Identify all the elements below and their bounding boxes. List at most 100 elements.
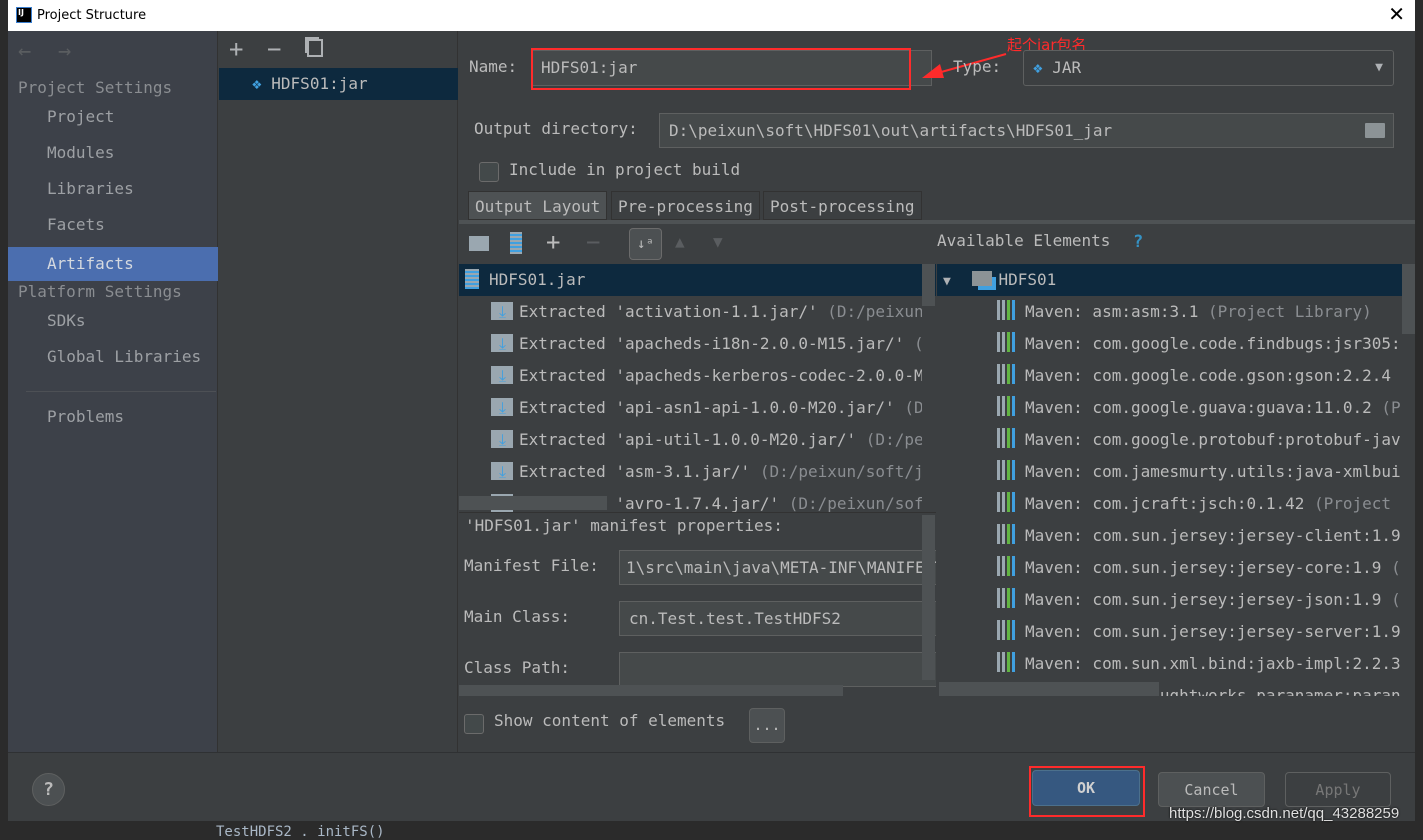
item-name: Maven: com.sun.xml.bind:jaxb-impl:2.2.3 xyxy=(1025,654,1401,673)
platform-settings-header: Platform Settings xyxy=(18,282,182,301)
output-directory-input[interactable]: D:\peixun\soft\HDFS01\out\artifacts\HDFS… xyxy=(659,113,1394,148)
available-tree-vscroll[interactable] xyxy=(1402,264,1415,334)
tab-post-processing[interactable]: Post-processing xyxy=(763,191,922,220)
forward-icon[interactable]: → xyxy=(58,39,71,64)
sidebar-item-artifacts[interactable]: Artifacts xyxy=(8,247,218,281)
jar-file-icon xyxy=(465,269,479,289)
available-item[interactable]: Maven: com.sun.jersey:jersey-server:1.9 xyxy=(937,616,1402,648)
footer-divider xyxy=(8,752,1415,753)
available-item[interactable]: Maven: com.google.protobuf:protobuf-jav xyxy=(937,424,1402,456)
manifest-title: 'HDFS01.jar' manifest properties: xyxy=(465,516,783,535)
main-class-label: Main Class: xyxy=(464,607,570,626)
help-button[interactable]: ? xyxy=(32,773,65,806)
maven-library-icon xyxy=(997,492,1019,512)
maven-library-icon xyxy=(997,300,1019,320)
available-item[interactable]: Maven: com.google.code.findbugs:jsr305: xyxy=(937,328,1402,360)
close-icon[interactable]: ✕ xyxy=(1388,2,1405,26)
available-item[interactable]: Maven: com.jcraft:jsch:0.1.42 (Project xyxy=(937,488,1402,520)
tab-pre-processing[interactable]: Pre-processing xyxy=(611,191,760,220)
item-name: Maven: com.sun.jersey:jersey-core:1.9 xyxy=(1025,558,1382,577)
available-item[interactable]: Maven: com.sun.jersey:jersey-core:1.9 ( xyxy=(937,552,1402,584)
type-label: Type: xyxy=(953,57,1002,76)
back-icon[interactable]: ← xyxy=(18,39,31,64)
item-name: Maven: com.google.code.gson:gson:2.2.4 xyxy=(1025,366,1392,385)
copy-icon[interactable] xyxy=(307,39,323,57)
maven-library-icon xyxy=(997,428,1019,448)
layout-tree-item[interactable]: Extracted 'api-asn1-api-1.0.0-M20.jar/' … xyxy=(459,392,922,424)
include-build-checkbox[interactable] xyxy=(479,162,499,182)
available-item[interactable]: Maven: com.google.code.gson:gson:2.2.4 xyxy=(937,360,1402,392)
layout-tree-item[interactable]: Extracted 'activation-1.1.jar/' (D:/peix… xyxy=(459,296,922,328)
maven-library-icon xyxy=(997,332,1019,352)
class-path-label: Class Path: xyxy=(464,658,570,677)
sidebar-item-problems[interactable]: Problems xyxy=(8,400,218,434)
sidebar-item-sdks[interactable]: SDKs xyxy=(8,304,218,338)
item-suffix: ( xyxy=(1391,558,1401,577)
extracted-archive-icon xyxy=(491,456,513,488)
item-name: Maven: com.google.protobuf:protobuf-jav xyxy=(1025,430,1401,449)
item-path: (D xyxy=(904,398,922,417)
layout-tree-item[interactable]: Extracted 'api-util-1.0.0-M20.jar/' (D:/… xyxy=(459,424,922,456)
show-content-checkbox[interactable] xyxy=(464,714,484,734)
artifact-item[interactable]: ❖ HDFS01:jar xyxy=(219,68,458,100)
item-name: Extracted 'api-util-1.0.0-M20.jar/' xyxy=(519,430,857,449)
remove-icon[interactable]: − xyxy=(267,35,281,63)
layout-tree-item[interactable]: Extracted 'apacheds-i18n-2.0.0-M15.jar/'… xyxy=(459,328,922,360)
class-path-input[interactable] xyxy=(619,652,936,687)
layout-tree-item[interactable]: Extracted 'apacheds-kerberos-codec-2.0.0… xyxy=(459,360,922,392)
available-tree-hscroll[interactable] xyxy=(939,682,1159,696)
expand-arrow-icon[interactable]: ▼ xyxy=(943,274,951,289)
extracted-archive-icon xyxy=(491,392,513,424)
sidebar-item-facets[interactable]: Facets xyxy=(8,208,218,242)
available-item[interactable]: Maven: com.jamesmurty.utils:java-xmlbui xyxy=(937,456,1402,488)
sort-icon[interactable]: ↓ᵃ xyxy=(629,228,662,260)
available-item[interactable]: Maven: com.sun.jersey:jersey-client:1.9 xyxy=(937,520,1402,552)
cancel-button[interactable]: Cancel xyxy=(1158,772,1265,807)
item-name: Maven: com.jcraft:jsch:0.1.42 xyxy=(1025,494,1305,513)
add-element-icon[interactable]: + xyxy=(546,228,560,256)
folder-icon[interactable] xyxy=(1365,123,1385,138)
layout-tree-hscroll[interactable] xyxy=(459,496,607,510)
available-root[interactable]: ▼ HDFS01 xyxy=(937,264,1415,296)
apply-button[interactable]: Apply xyxy=(1285,772,1391,807)
item-name: Maven: com.sun.jersey:jersey-server:1.9 xyxy=(1025,622,1401,641)
tree-root[interactable]: HDFS01.jar xyxy=(459,264,936,296)
sidebar-item-global-libraries[interactable]: Global Libraries xyxy=(8,340,218,374)
move-up-icon: ▲ xyxy=(675,232,685,251)
available-item[interactable]: Maven: com.sun.jersey:jersey-json:1.9 ( xyxy=(937,584,1402,616)
tab-divider xyxy=(459,220,1415,224)
item-name: Maven: com.sun.jersey:jersey-json:1.9 xyxy=(1025,590,1382,609)
name-label: Name: xyxy=(469,57,518,76)
manifest-vscroll[interactable] xyxy=(922,515,935,680)
available-item[interactable]: Maven: com.google.guava:guava:11.0.2 (P xyxy=(937,392,1402,424)
item-name: Extracted 'apacheds-i18n-2.0.0-M15.jar/' xyxy=(519,334,905,353)
create-directory-icon[interactable] xyxy=(469,236,489,251)
show-content-label: Show content of elements xyxy=(494,711,726,730)
sidebar-item-libraries[interactable]: Libraries xyxy=(8,172,218,206)
tab-output-layout[interactable]: Output Layout xyxy=(468,191,608,220)
item-suffix: ( xyxy=(1391,590,1401,609)
help-icon[interactable]: ? xyxy=(1133,232,1143,252)
manifest-file-input[interactable]: 1\src\main\java\META-INF\MANIFEST xyxy=(619,550,936,585)
layout-tree-vscroll[interactable] xyxy=(922,264,935,306)
sidebar-item-modules[interactable]: Modules xyxy=(8,136,218,170)
item-suffix: (Project xyxy=(1314,494,1392,513)
name-highlight-box xyxy=(531,48,911,90)
layout-tree-item[interactable]: Extracted 'asm-3.1.jar/' (D:/peixun/soft… xyxy=(459,456,922,488)
item-suffix: (Project Library) xyxy=(1208,302,1372,321)
jar-type-icon: ❖ xyxy=(1033,58,1043,77)
type-dropdown[interactable]: ❖ JAR ▼ xyxy=(1023,50,1394,86)
archive-icon[interactable] xyxy=(510,232,522,254)
item-suffix: (P xyxy=(1381,398,1401,417)
add-icon[interactable]: + xyxy=(229,35,243,63)
sidebar-item-project[interactable]: Project xyxy=(8,100,218,134)
more-options-button[interactable]: ... xyxy=(749,708,785,743)
main-class-input[interactable]: cn.Test.test.TestHDFS2 xyxy=(619,601,936,636)
output-directory-value: D:\peixun\soft\HDFS01\out\artifacts\HDFS… xyxy=(669,121,1113,140)
artifact-label: HDFS01:jar xyxy=(271,74,368,93)
tree-root-label: HDFS01.jar xyxy=(489,270,586,289)
available-item[interactable]: Maven: asm:asm:3.1 (Project Library) xyxy=(937,296,1402,328)
extracted-archive-icon xyxy=(491,360,513,392)
available-item[interactable]: Maven: com.sun.xml.bind:jaxb-impl:2.2.3 xyxy=(937,648,1402,680)
manifest-hscroll[interactable] xyxy=(459,685,843,696)
